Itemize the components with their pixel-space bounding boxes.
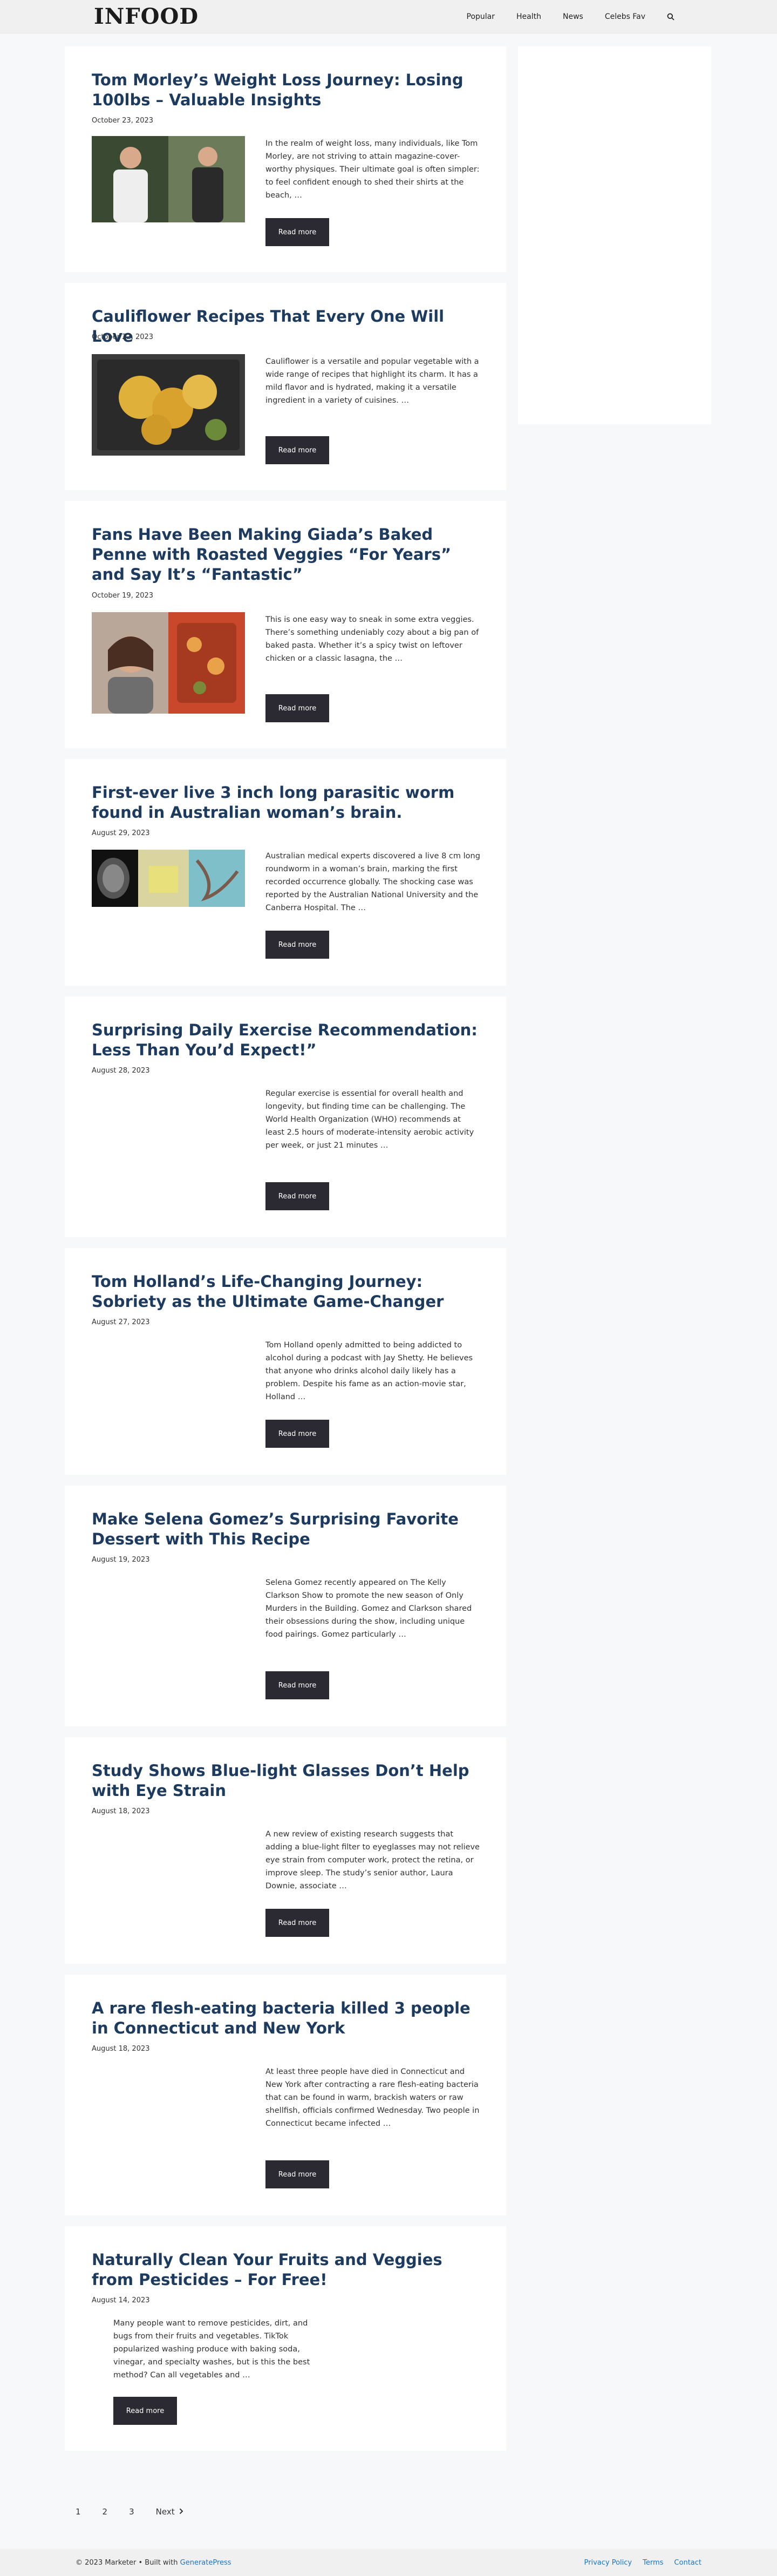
- read-more-button[interactable]: Read more: [265, 218, 329, 246]
- read-more-button[interactable]: Read more: [265, 1182, 329, 1210]
- article-card: Fans Have Been Making Giada’s Baked Penn…: [65, 501, 506, 748]
- article-excerpt: Regular exercise is essential for overal…: [265, 1089, 474, 1150]
- article-title[interactable]: Study Shows Blue-light Glasses Don’t Hel…: [92, 1761, 479, 1801]
- nav-item-popular[interactable]: Popular: [456, 0, 506, 33]
- nav-item-news[interactable]: News: [552, 0, 594, 33]
- next-page-label: Next: [155, 2507, 175, 2517]
- article-excerpt: Cauliflower is a versatile and popular v…: [265, 357, 479, 405]
- footer-copyright: © 2023 Marketer • Built with GeneratePre…: [76, 2559, 231, 2567]
- article-card: A rare flesh-eating bacteria killed 3 pe…: [65, 1975, 506, 2215]
- page-link-3[interactable]: 3: [129, 2507, 134, 2517]
- nav-item-celebs-fav[interactable]: Celebs Fav: [594, 0, 656, 33]
- site-footer: © 2023 Marketer • Built with GeneratePre…: [0, 2549, 777, 2576]
- article-title[interactable]: Fans Have Been Making Giada’s Baked Penn…: [92, 525, 479, 585]
- read-more-button[interactable]: Read more: [265, 1909, 329, 1937]
- article-date: August 14, 2023: [92, 2296, 150, 2304]
- article-date: October 19, 2023: [92, 592, 154, 600]
- main-content: Tom Morley’s Weight Loss Journey: Losing…: [0, 33, 777, 2576]
- article-thumbnail[interactable]: [92, 612, 245, 714]
- sidebar: [518, 46, 711, 424]
- article-excerpt: Selena Gomez recently appeared on The Ke…: [265, 1578, 472, 1639]
- read-more-button[interactable]: Read more: [265, 694, 329, 722]
- read-more-button[interactable]: Read more: [265, 931, 329, 959]
- main-nav: Popular Health News Celebs Fav: [456, 0, 680, 33]
- read-more-button[interactable]: Read more: [113, 2397, 177, 2425]
- footer-link-contact[interactable]: Contact: [674, 2559, 701, 2567]
- article-date: August 29, 2023: [92, 829, 150, 837]
- footer-link-terms[interactable]: Terms: [643, 2559, 663, 2567]
- article-card: Make Selena Gomez’s Surprising Favorite …: [65, 1486, 506, 1726]
- footer-links: Privacy Policy Terms Contact: [584, 2559, 701, 2567]
- article-card: Tom Morley’s Weight Loss Journey: Losing…: [65, 46, 506, 272]
- article-date: August 18, 2023: [92, 2045, 150, 2053]
- article-card: Surprising Daily Exercise Recommendation…: [65, 996, 506, 1237]
- page-link-1[interactable]: 1: [76, 2507, 81, 2517]
- article-date: August 18, 2023: [92, 1807, 150, 1815]
- page-link-2[interactable]: 2: [103, 2507, 108, 2517]
- article-title[interactable]: A rare flesh-eating bacteria killed 3 pe…: [92, 1998, 479, 2038]
- article-title[interactable]: First-ever live 3 inch long parasitic wo…: [92, 783, 479, 823]
- search-icon[interactable]: [656, 0, 680, 33]
- article-excerpt: Australian medical experts discovered a …: [265, 852, 480, 912]
- article-excerpt: In the realm of weight loss, many indivi…: [265, 139, 480, 200]
- article-date: August 27, 2023: [92, 1318, 150, 1326]
- chevron-right-icon: [179, 2507, 183, 2517]
- article-card: Naturally Clean Your Fruits and Veggies …: [65, 2226, 506, 2451]
- read-more-button[interactable]: Read more: [265, 1671, 329, 1699]
- article-thumbnail[interactable]: [92, 850, 245, 907]
- article-title[interactable]: Make Selena Gomez’s Surprising Favorite …: [92, 1509, 479, 1549]
- article-excerpt: Many people want to remove pesticides, d…: [113, 2319, 310, 2380]
- generatepress-link[interactable]: GeneratePress: [180, 2559, 231, 2567]
- read-more-button[interactable]: Read more: [265, 436, 329, 464]
- article-title[interactable]: Tom Holland’s Life-Changing Journey: Sob…: [92, 1272, 479, 1312]
- article-title[interactable]: Tom Morley’s Weight Loss Journey: Losing…: [92, 70, 479, 110]
- article-date: August 19, 2023: [92, 1556, 150, 1564]
- article-excerpt: This is one easy way to sneak in some ex…: [265, 615, 479, 663]
- footer-link-privacy-policy[interactable]: Privacy Policy: [584, 2559, 632, 2567]
- article-date: October 22, 2023: [92, 333, 154, 341]
- next-page-link[interactable]: Next: [156, 2507, 183, 2517]
- nav-item-health[interactable]: Health: [506, 0, 552, 33]
- article-card: First-ever live 3 inch long parasitic wo…: [65, 759, 506, 986]
- article-card: Tom Holland’s Life-Changing Journey: Sob…: [65, 1248, 506, 1475]
- article-date: August 28, 2023: [92, 1067, 150, 1075]
- article-thumbnail[interactable]: [92, 354, 245, 456]
- article-title[interactable]: Surprising Daily Exercise Recommendation…: [92, 1020, 479, 1060]
- copyright-text: © 2023 Marketer • Built with: [76, 2558, 180, 2567]
- article-excerpt: At least three people have died in Conne…: [265, 2067, 480, 2128]
- article-date: October 23, 2023: [92, 117, 154, 125]
- site-logo[interactable]: INFOOD: [94, 4, 199, 29]
- read-more-button[interactable]: Read more: [265, 1420, 329, 1448]
- article-thumbnail[interactable]: [92, 136, 245, 222]
- article-card: Cauliflower Recipes That Every One Will …: [65, 283, 506, 490]
- pagination: 1 2 3 Next: [76, 2507, 205, 2517]
- article-title[interactable]: Naturally Clean Your Fruits and Veggies …: [92, 2250, 479, 2290]
- article-excerpt: Tom Holland openly admitted to being add…: [265, 1341, 473, 1401]
- article-excerpt: A new review of existing research sugges…: [265, 1830, 480, 1890]
- article-card: Study Shows Blue-light Glasses Don’t Hel…: [65, 1737, 506, 1964]
- read-more-button[interactable]: Read more: [265, 2160, 329, 2188]
- site-header: INFOOD Popular Health News Celebs Fav: [0, 0, 777, 33]
